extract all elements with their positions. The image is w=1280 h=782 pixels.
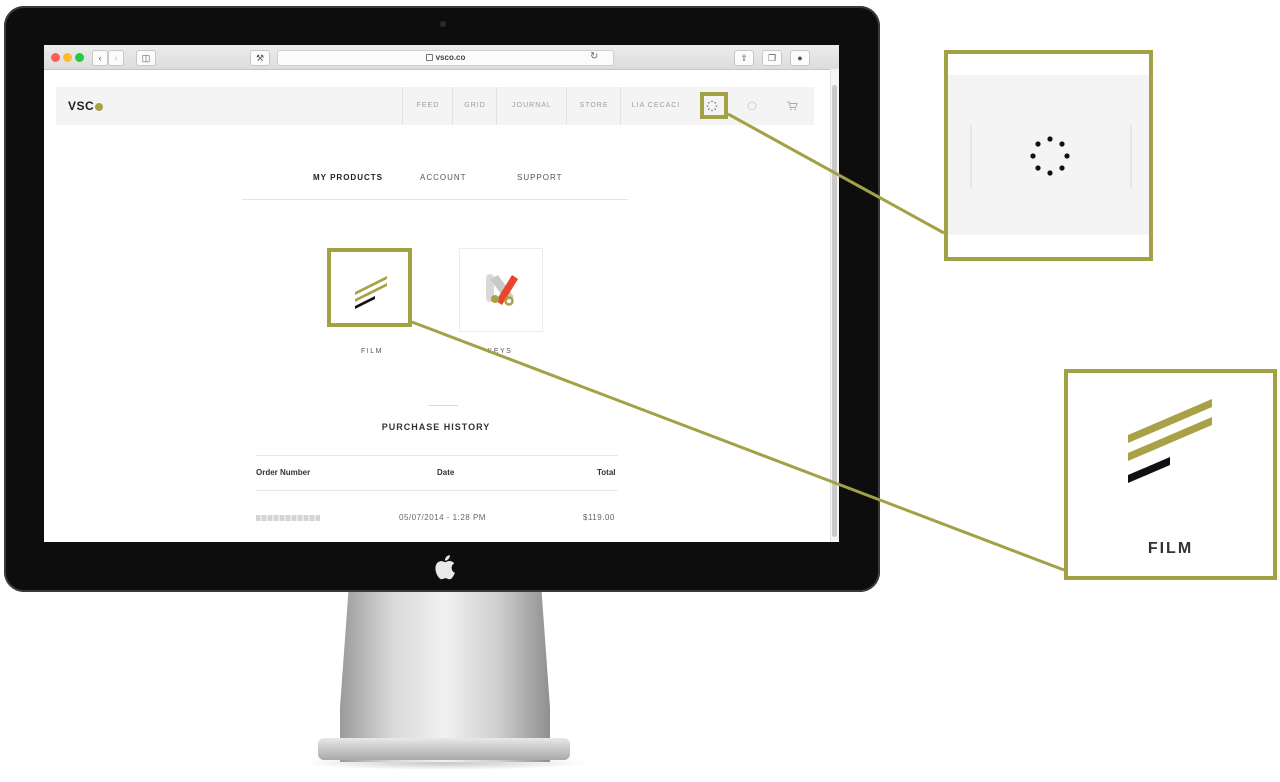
film-callout-label: FILM [1147, 540, 1194, 557]
film-zoom-callout: FILM [1064, 369, 1277, 580]
spinner-zoom-divider-right [1130, 125, 1132, 189]
spinner-connector-line [727, 112, 945, 235]
loading-spinner-icon [1030, 136, 1070, 176]
spinner-zoom-divider-left [970, 125, 972, 189]
film-stripes-icon [1128, 399, 1212, 483]
spinner-zoom-callout [944, 50, 1153, 261]
spinner-zoom-background [948, 75, 1149, 235]
film-connector-line [411, 320, 1065, 572]
